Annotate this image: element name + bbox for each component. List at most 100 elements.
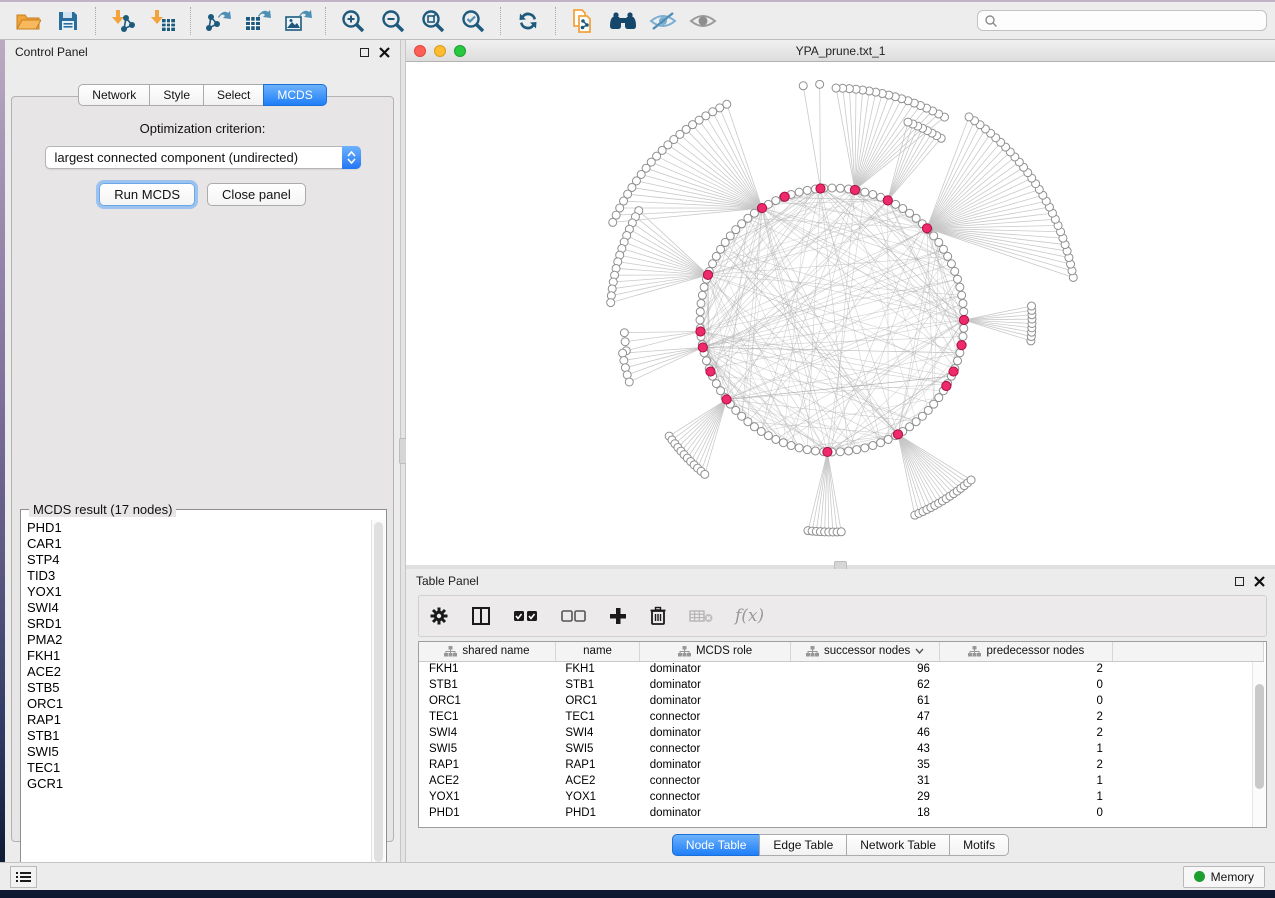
- criterion-select[interactable]: largest connected component (undirected): [45, 146, 361, 169]
- column-header-predecessor-nodes[interactable]: predecessor nodes: [940, 642, 1113, 661]
- network-titlebar[interactable]: YPA_prune.txt_1: [406, 40, 1275, 62]
- close-panel-icon[interactable]: [1254, 576, 1265, 587]
- mcds-result-item: ORC1: [27, 696, 384, 712]
- table-row[interactable]: YOX1YOX1connector291: [419, 789, 1264, 805]
- table-scrollbar[interactable]: [1252, 662, 1265, 827]
- toolbar-separator: [325, 7, 326, 35]
- column-header-shared-name[interactable]: shared name: [419, 642, 555, 661]
- mcds-result-item: FKH1: [27, 648, 384, 664]
- mcds-result-item: STB1: [27, 728, 384, 744]
- tab-network-table[interactable]: Network Table: [846, 834, 950, 856]
- tab-style[interactable]: Style: [149, 84, 204, 106]
- table-row[interactable]: ORC1ORC1dominator610: [419, 693, 1264, 709]
- mcds-result-item: GCR1: [27, 776, 384, 792]
- memory-label: Memory: [1211, 870, 1254, 884]
- table-row[interactable]: SWI4SWI4dominator462: [419, 725, 1264, 741]
- add-column-icon[interactable]: [609, 607, 627, 625]
- first-neighbors-icon[interactable]: [606, 6, 640, 36]
- tab-network[interactable]: Network: [78, 84, 150, 106]
- table-row[interactable]: ACE2ACE2connector311: [419, 773, 1264, 789]
- network-view-canvas[interactable]: [406, 62, 1275, 565]
- control-panel-tabs: NetworkStyleSelectMCDS: [12, 84, 393, 106]
- result-scrollbar[interactable]: [371, 520, 385, 872]
- table-row[interactable]: FKH1FKH1dominator962: [419, 661, 1264, 677]
- memory-status-icon: [1194, 871, 1205, 882]
- select-all-rows-icon[interactable]: [513, 610, 539, 622]
- mcds-result-list: PHD1CAR1STP4TID3YOX1SWI4SRD1PMA2FKH1ACE2…: [21, 510, 386, 870]
- column-header-name[interactable]: name: [555, 642, 639, 661]
- mcds-result-item: RAP1: [27, 712, 384, 728]
- network-search-field[interactable]: [1002, 14, 1260, 28]
- show-all-icon[interactable]: [686, 6, 720, 36]
- function-builder-icon: f(x): [735, 606, 764, 626]
- mcds-result-item: SRD1: [27, 616, 384, 632]
- task-history-button[interactable]: [10, 866, 37, 888]
- memory-button[interactable]: Memory: [1183, 866, 1265, 888]
- table-row[interactable]: TEC1TEC1connector472: [419, 709, 1264, 725]
- hide-selected-icon[interactable]: [646, 6, 680, 36]
- tab-mcds[interactable]: MCDS: [263, 84, 326, 106]
- clone-network-icon[interactable]: [566, 6, 600, 36]
- toolbar-separator: [500, 7, 501, 35]
- search-input[interactable]: [977, 10, 1267, 31]
- mcds-result-title: MCDS result (17 nodes): [29, 502, 176, 517]
- import-table-icon[interactable]: [146, 6, 180, 36]
- list-icon: [16, 871, 32, 883]
- node-table[interactable]: shared namenameMCDS rolesuccessor nodesp…: [418, 641, 1267, 828]
- column-header-MCDS-role[interactable]: MCDS role: [640, 642, 791, 661]
- column-settings-gear-icon[interactable]: [429, 606, 449, 626]
- table-panel: Table Panel: [406, 569, 1275, 862]
- toolbar-separator: [190, 7, 191, 35]
- right-region: YPA_prune.txt_1 Table Panel: [406, 40, 1275, 862]
- status-bar: Memory: [0, 862, 1275, 890]
- mcds-result-item: YOX1: [27, 584, 384, 600]
- export-network-icon[interactable]: [201, 6, 235, 36]
- mcds-result-item: PHD1: [27, 520, 384, 536]
- export-image-icon[interactable]: [281, 6, 315, 36]
- run-mcds-button[interactable]: Run MCDS: [99, 183, 195, 206]
- close-panel-icon[interactable]: [379, 47, 390, 58]
- toolbar-separator: [95, 7, 96, 35]
- mcds-result-item: STP4: [27, 552, 384, 568]
- tab-select[interactable]: Select: [203, 84, 264, 106]
- zoom-in-icon[interactable]: [336, 6, 370, 36]
- search-icon: [984, 14, 998, 28]
- deselect-all-rows-icon[interactable]: [561, 610, 587, 622]
- zoom-out-icon[interactable]: [376, 6, 410, 36]
- delete-column-icon[interactable]: [649, 606, 667, 626]
- split-column-icon[interactable]: [471, 606, 491, 626]
- table-row[interactable]: SWI5SWI5connector431: [419, 741, 1264, 757]
- toolbar-separator: [555, 7, 556, 35]
- mcds-result-item: TID3: [27, 568, 384, 584]
- delete-table-icon: [689, 609, 713, 623]
- column-header-successor-nodes[interactable]: successor nodes: [790, 642, 940, 661]
- control-panel-title: Control Panel: [15, 45, 88, 59]
- tab-motifs[interactable]: Motifs: [949, 834, 1009, 856]
- mcds-result-item: CAR1: [27, 536, 384, 552]
- import-network-icon[interactable]: [106, 6, 140, 36]
- mcds-result-item: TEC1: [27, 760, 384, 776]
- close-panel-button[interactable]: Close panel: [207, 183, 306, 206]
- criterion-selected-value: largest connected component (undirected): [46, 150, 342, 165]
- table-row[interactable]: RAP1RAP1dominator352: [419, 757, 1264, 773]
- save-session-icon[interactable]: [51, 6, 85, 36]
- refresh-icon[interactable]: [511, 6, 545, 36]
- tab-edge-table[interactable]: Edge Table: [759, 834, 847, 856]
- mcds-result-item: ACE2: [27, 664, 384, 680]
- open-file-icon[interactable]: [11, 6, 45, 36]
- table-tabs: Node TableEdge TableNetwork TableMotifs: [406, 834, 1275, 856]
- export-table-icon[interactable]: [241, 6, 275, 36]
- mcds-panel: NetworkStyleSelectMCDS Optimization crit…: [11, 96, 394, 842]
- table-row[interactable]: PHD1PHD1dominator180: [419, 805, 1264, 821]
- float-panel-icon[interactable]: [360, 48, 369, 57]
- mcds-result-box: MCDS result (17 nodes) PHD1CAR1STP4TID3Y…: [20, 509, 387, 879]
- mcds-result-item: STB5: [27, 680, 384, 696]
- zoom-selected-icon[interactable]: [456, 6, 490, 36]
- optimization-criterion-label: Optimization criterion:: [12, 121, 393, 136]
- main-toolbar: [0, 2, 1275, 40]
- table-panel-title: Table Panel: [416, 574, 479, 588]
- float-panel-icon[interactable]: [1235, 577, 1244, 586]
- tab-node-table[interactable]: Node Table: [672, 834, 761, 856]
- zoom-fit-icon[interactable]: [416, 6, 450, 36]
- table-row[interactable]: STB1STB1dominator620: [419, 677, 1264, 693]
